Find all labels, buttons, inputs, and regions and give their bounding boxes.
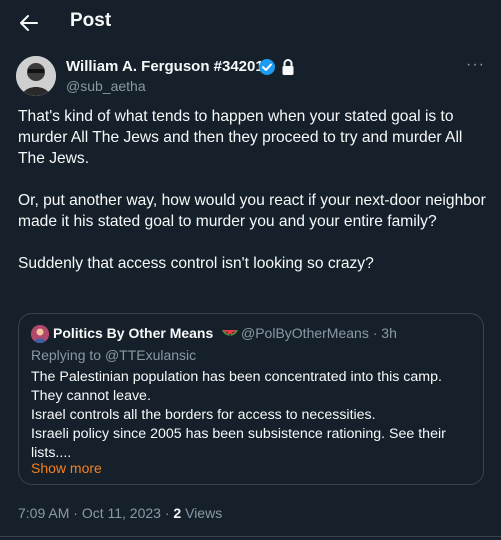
- post-time[interactable]: 7:09 AM: [18, 505, 69, 521]
- replying-prefix: Replying to: [31, 347, 102, 363]
- avatar-image: [16, 56, 56, 96]
- tweet-text: That's kind of what tends to happen when…: [18, 106, 488, 295]
- divider: [0, 536, 501, 537]
- view-count: 2: [173, 505, 182, 521]
- header: Post: [0, 0, 501, 46]
- lock-icon: [282, 59, 294, 75]
- more-options-button[interactable]: ···: [466, 56, 488, 76]
- views-label: Views: [185, 505, 223, 521]
- post-timestamp: 7:09 AM · Oct 11, 2023 · 2 Views: [18, 505, 222, 521]
- quote-handle: @PolByOtherMeans: [241, 325, 369, 341]
- quote-line: Israeli policy since 2005 has been subsi…: [31, 426, 446, 442]
- page-title: Post: [70, 10, 112, 31]
- quoted-tweet-card[interactable]: Politics By Other Means @PolByOtherMeans…: [18, 313, 484, 485]
- replying-to: Replying to @TTExulansic: [31, 347, 196, 363]
- avatar[interactable]: [16, 56, 56, 96]
- arrow-left-icon: [20, 15, 38, 31]
- author-handle[interactable]: @sub_aetha: [66, 78, 146, 94]
- quote-avatar: [31, 325, 49, 343]
- author-name[interactable]: William A. Ferguson #34201: [66, 58, 264, 75]
- tweet-paragraph: Or, put another way, how would you react…: [18, 192, 486, 230]
- show-more-link[interactable]: Show more: [31, 460, 102, 476]
- watermelon-icon: [222, 330, 238, 336]
- timestamp-separator: ·: [164, 505, 170, 521]
- quote-line: The Palestinian population has been conc…: [31, 369, 442, 385]
- verified-badge-icon: [259, 59, 275, 75]
- quote-text: The Palestinian population has been conc…: [31, 368, 471, 463]
- timestamp-separator: ·: [73, 505, 78, 521]
- quote-line: They cannot leave.: [31, 388, 151, 404]
- post-date[interactable]: Oct 11, 2023: [82, 505, 161, 521]
- replying-to-mention[interactable]: @TTExulansic: [105, 347, 196, 363]
- tweet-paragraph: That's kind of what tends to happen when…: [18, 108, 463, 167]
- quote-author-name: Politics By Other Means: [53, 325, 214, 341]
- quote-separator: ·: [372, 325, 378, 341]
- tweet-paragraph: Suddenly that access control isn't looki…: [18, 255, 374, 272]
- back-button[interactable]: [16, 10, 42, 36]
- quote-meta: @PolByOtherMeans · 3h: [241, 325, 397, 341]
- quote-line: Israel controls all the borders for acce…: [31, 407, 376, 423]
- quote-time: 3h: [381, 325, 397, 341]
